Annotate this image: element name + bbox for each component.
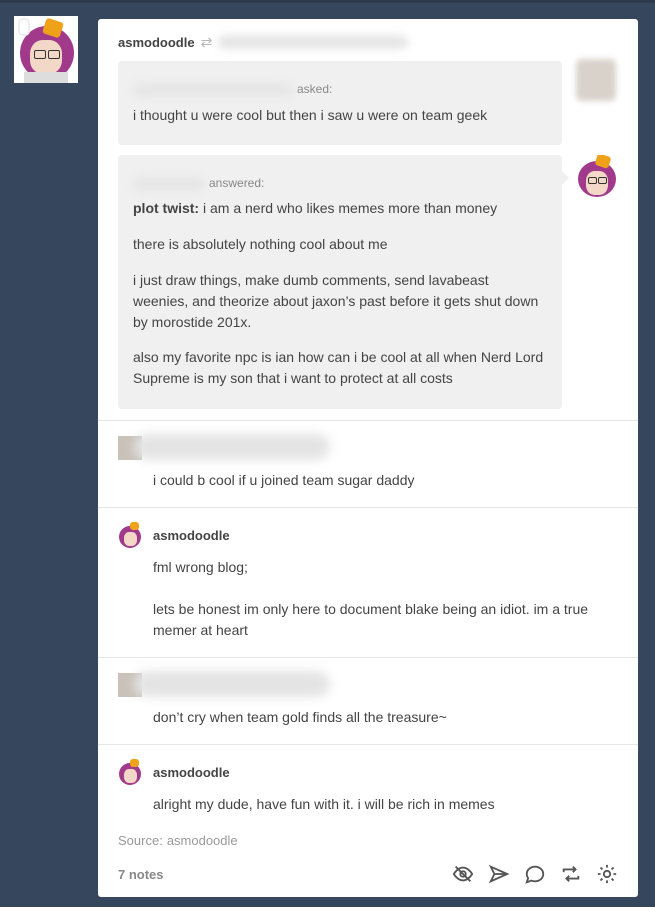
answer-lead-rest: i am a nerd who likes memes more than mo… <box>199 200 498 216</box>
reply-username[interactable]: asmodoodle <box>153 765 230 780</box>
gear-icon[interactable] <box>596 863 618 885</box>
reply-avatar[interactable] <box>118 522 142 548</box>
reply-text: lets be honest im only here to document … <box>153 601 589 638</box>
reply-icon[interactable] <box>524 863 546 885</box>
ask-meta: asked: <box>133 79 332 100</box>
reply-text: don’t cry when team gold finds all the t… <box>153 709 447 725</box>
reblog-mini-icon: ⇄ <box>200 33 213 50</box>
post-username[interactable]: asmodoodle <box>118 35 195 50</box>
source-label: Source: <box>118 833 163 848</box>
reply-text: fml wrong blog; <box>153 559 248 575</box>
answer-lead-bold: plot twist: <box>133 200 200 216</box>
top-border <box>0 0 655 3</box>
reply-divider <box>98 657 638 658</box>
reply-avatar[interactable] <box>118 759 142 785</box>
notes-count[interactable]: 7 notes <box>118 867 164 882</box>
reply-text: alright my dude, have fun with it. i wil… <box>153 796 495 812</box>
reply-username[interactable]: asmodoodle <box>153 528 230 543</box>
answer-paragraph: also my favorite npc is ian how can i be… <box>133 349 544 386</box>
blurred-reply-user <box>118 432 330 462</box>
answerer-avatar[interactable] <box>576 155 618 197</box>
eye-off-icon[interactable] <box>452 863 474 885</box>
ask-text: i thought u were cool but then i saw u w… <box>133 107 488 123</box>
answer-meta: answered: <box>133 173 264 194</box>
reply-divider <box>98 507 638 508</box>
blurred-answerer <box>133 176 205 191</box>
asker-avatar <box>576 59 616 101</box>
post-header: asmodoodle ⇄ <box>118 33 409 51</box>
answer-bubble: answered: plot twist: i am a nerd who li… <box>118 155 562 409</box>
answer-paragraph: i just draw things, make dumb comments, … <box>133 272 539 330</box>
blurred-reply-user <box>118 669 330 699</box>
answer-meta-label: answered: <box>209 176 265 190</box>
answer-pointer <box>562 171 569 185</box>
send-icon[interactable] <box>488 863 510 885</box>
answer-lead: plot twist: i am a nerd who likes memes … <box>133 198 547 219</box>
blurred-asker <box>133 82 293 97</box>
answer-paragraph: there is absolutely nothing cool about m… <box>133 236 388 252</box>
reply-divider <box>98 420 638 421</box>
ask-meta-label: asked: <box>297 82 333 96</box>
ask-bubble: asked: i thought u were cool but then i … <box>118 61 562 145</box>
reply-divider <box>98 744 638 745</box>
avatar[interactable] <box>14 16 78 83</box>
blurred-reblogged-from <box>218 35 409 49</box>
post-controls <box>452 863 618 885</box>
source-link[interactable]: asmodoodle <box>167 833 238 848</box>
reblog-icon[interactable] <box>560 863 582 885</box>
reply-text: i could b cool if u joined team sugar da… <box>153 472 415 488</box>
source-line: Source: asmodoodle <box>118 833 238 848</box>
post-card: asmodoodle ⇄ asked: i thought u were coo… <box>98 19 638 897</box>
